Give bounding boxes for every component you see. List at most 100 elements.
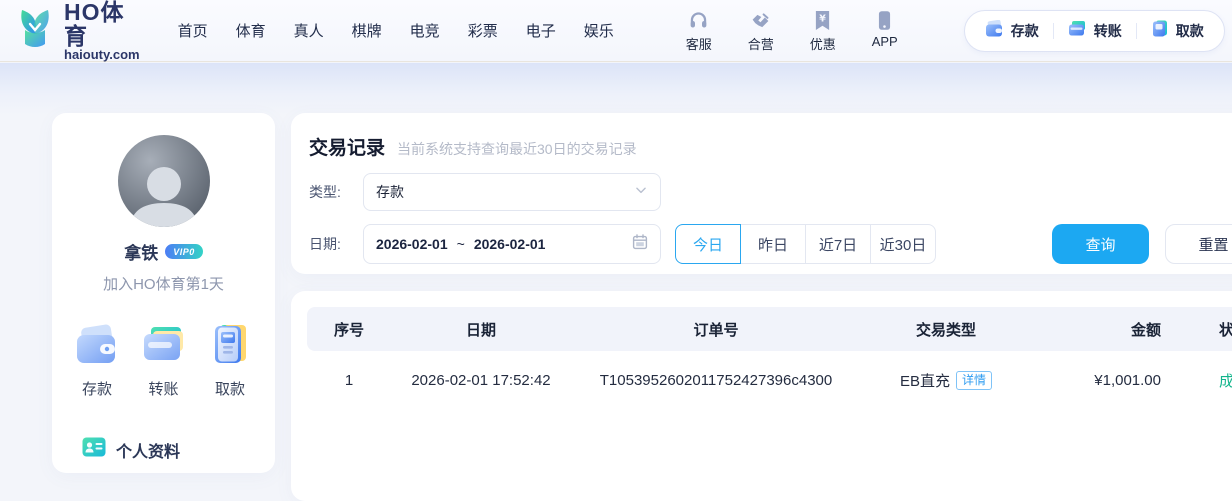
col-order-no: 订单号 bbox=[693, 321, 739, 339]
table-row: 1 2026-02-01 17:52:42 T10539526020117524… bbox=[307, 351, 1232, 409]
sidebar-item-profile[interactable]: 个人资料 bbox=[82, 437, 275, 462]
nav-item-entertainment[interactable]: 娱乐 bbox=[584, 20, 614, 41]
page-title: 交易记录 bbox=[309, 138, 386, 159]
title-row: 交易记录 当前系统支持查询最近30日的交易记录 bbox=[309, 133, 1232, 160]
date-to-value: 2026-02-01 bbox=[473, 236, 546, 252]
wallet-pill: 存款 转账 取款 bbox=[963, 9, 1225, 52]
nav-item-slots[interactable]: 电子 bbox=[526, 20, 556, 41]
logo-title: HO体育 bbox=[64, 0, 125, 49]
phone-icon bbox=[878, 9, 891, 31]
chevron-down-icon bbox=[634, 183, 648, 202]
nav-item-esports[interactable]: 电竞 bbox=[410, 20, 440, 41]
transfer-button[interactable]: 转账 bbox=[141, 324, 187, 399]
date-range-input[interactable]: 2026-02-01 ~ 2026-02-01 bbox=[363, 224, 661, 264]
transfer-button[interactable]: 转账 bbox=[1068, 20, 1122, 42]
withdraw-icon bbox=[207, 324, 253, 371]
deposit-button[interactable]: 存款 bbox=[74, 324, 120, 399]
table-header-row: 序号 日期 订单号 交易类型 金额 状态 bbox=[307, 307, 1232, 351]
logo-bird-icon bbox=[14, 6, 56, 55]
cell-status: 成功 bbox=[1218, 372, 1232, 390]
nav-item-home[interactable]: 首页 bbox=[178, 20, 208, 41]
withdraw-button[interactable]: 取款 bbox=[1151, 20, 1204, 42]
wallet-action-label: 取款 bbox=[1175, 22, 1204, 39]
type-select-value: 存款 bbox=[376, 184, 404, 200]
range-30days-button[interactable]: 近30日 bbox=[870, 224, 936, 264]
type-filter-row: 类型: 存款 bbox=[309, 173, 1232, 211]
transaction-filter-card: 交易记录 当前系统支持查询最近30日的交易记录 类型: 存款 日期: 2026-… bbox=[291, 113, 1232, 274]
logo-text: HO体育 haiouty.com bbox=[64, 0, 140, 62]
nav-item-lottery[interactable]: 彩票 bbox=[468, 20, 498, 41]
date-filter-row: 日期: 2026-02-01 ~ 2026-02-01 今日 昨日 近7日 近3… bbox=[309, 224, 1232, 264]
cell-amount: ¥1,001.00 bbox=[1094, 371, 1161, 389]
reset-button[interactable]: 重置 bbox=[1165, 224, 1232, 264]
detail-link[interactable]: 详情 bbox=[956, 370, 993, 390]
customer-service-item[interactable]: 客服 bbox=[680, 9, 718, 53]
coupon-icon: ¥ bbox=[814, 9, 831, 31]
utility-menu: 客服 合营 ¥ 优惠 APP bbox=[680, 9, 904, 53]
col-index: 序号 bbox=[333, 321, 364, 339]
quick-action-label: 转账 bbox=[148, 381, 179, 398]
col-amount: 金额 bbox=[1130, 321, 1161, 339]
quick-action-label: 存款 bbox=[81, 381, 112, 398]
wallet-action-label: 转账 bbox=[1093, 22, 1122, 39]
date-from-value: 2026-02-01 bbox=[376, 236, 448, 252]
utility-label: 优惠 bbox=[809, 36, 836, 52]
nav-item-live[interactable]: 真人 bbox=[294, 20, 324, 41]
nav-item-sports[interactable]: 体育 bbox=[236, 20, 266, 41]
date-separator: ~ bbox=[456, 236, 465, 252]
divider bbox=[1135, 22, 1137, 39]
col-type: 交易类型 bbox=[915, 321, 976, 339]
cell-order-no: T1053952602011752427396c4300 bbox=[599, 371, 833, 389]
divider bbox=[1052, 22, 1054, 39]
search-button[interactable]: 查询 bbox=[1052, 224, 1149, 264]
cell-index: 1 bbox=[344, 371, 354, 389]
sidebar-quick-actions: 存款 转账 取款 bbox=[52, 324, 275, 399]
deposit-icon bbox=[74, 324, 120, 371]
transfer-icon bbox=[141, 324, 187, 371]
range-today-button[interactable]: 今日 bbox=[675, 224, 741, 264]
type-select[interactable]: 存款 bbox=[363, 173, 661, 211]
header-gradient-strip bbox=[0, 63, 1232, 115]
partnership-item[interactable]: 合营 bbox=[742, 9, 780, 53]
date-label: 日期: bbox=[309, 236, 341, 252]
join-days-text: 加入HO体育第1天 bbox=[103, 276, 224, 293]
sidebar-item-label: 个人资料 bbox=[116, 443, 181, 461]
utility-label: 合营 bbox=[747, 36, 774, 52]
col-status: 状态 bbox=[1218, 321, 1232, 339]
deposit-icon bbox=[985, 19, 1004, 42]
main-nav: 首页 体育 真人 棋牌 电竞 彩票 电子 娱乐 bbox=[178, 20, 614, 41]
sidebar-name-row: 拿铁 VIP0 bbox=[52, 239, 275, 264]
vip-badge: VIP0 bbox=[165, 244, 203, 259]
logo-domain: haiouty.com bbox=[64, 46, 140, 62]
handshake-icon bbox=[749, 9, 772, 31]
utility-label: APP bbox=[871, 33, 898, 49]
page-subtitle: 当前系统支持查询最近30日的交易记录 bbox=[397, 141, 637, 157]
nav-item-chess[interactable]: 棋牌 bbox=[352, 20, 382, 41]
top-header: HO体育 haiouty.com 首页 体育 真人 棋牌 电竞 彩票 电子 娱乐… bbox=[0, 0, 1232, 62]
type-label: 类型: bbox=[309, 184, 341, 200]
quick-action-label: 取款 bbox=[214, 381, 245, 398]
range-7days-button[interactable]: 近7日 bbox=[805, 224, 871, 264]
profile-sidebar: 拿铁 VIP0 加入HO体育第1天 存款 转账 取款 个人资料 bbox=[52, 113, 275, 473]
cell-date: 2026-02-01 17:52:42 bbox=[411, 371, 551, 389]
range-yesterday-button[interactable]: 昨日 bbox=[740, 224, 806, 264]
withdraw-icon bbox=[1151, 20, 1169, 42]
app-download-item[interactable]: APP bbox=[866, 9, 904, 53]
cell-type: EB直充 详情 bbox=[861, 370, 1031, 391]
date-range-presets: 今日 昨日 近7日 近30日 bbox=[675, 224, 936, 264]
transaction-type-text: EB直充 bbox=[899, 372, 950, 390]
avatar bbox=[117, 135, 210, 227]
wallet-action-label: 存款 bbox=[1010, 22, 1039, 39]
col-date: 日期 bbox=[465, 321, 496, 339]
user-name: 拿铁 bbox=[124, 244, 159, 263]
svg-text:¥: ¥ bbox=[819, 13, 826, 24]
transaction-table-card: 序号 日期 订单号 交易类型 金额 状态 1 2026-02-01 17:52:… bbox=[291, 291, 1232, 501]
deposit-button[interactable]: 存款 bbox=[985, 19, 1039, 42]
transfer-icon bbox=[1068, 20, 1087, 42]
promotions-item[interactable]: ¥ 优惠 bbox=[804, 9, 842, 53]
headset-icon bbox=[688, 9, 709, 31]
calendar-icon bbox=[632, 233, 648, 255]
profile-icon bbox=[82, 437, 106, 462]
site-logo[interactable]: HO体育 haiouty.com bbox=[14, 0, 140, 62]
withdraw-button[interactable]: 取款 bbox=[207, 324, 253, 399]
